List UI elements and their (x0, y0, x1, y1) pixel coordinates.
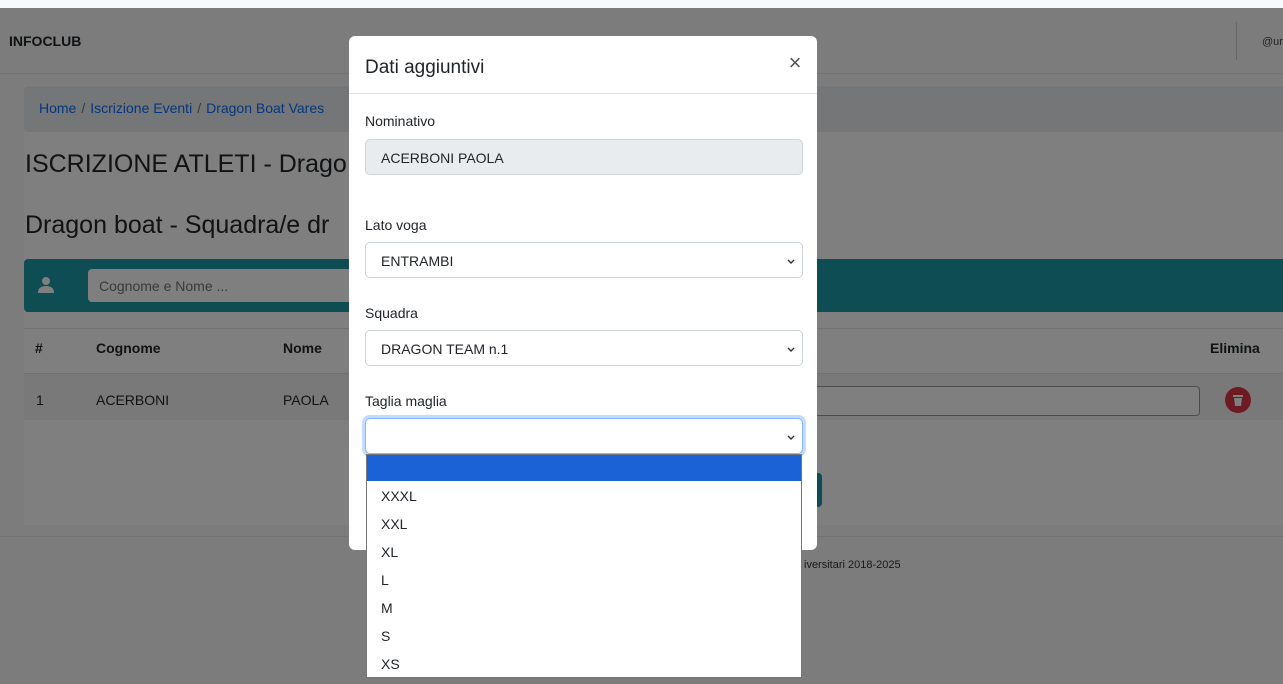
taglia-option-s[interactable]: S (367, 622, 801, 650)
squadra-label: Squadra (365, 305, 418, 321)
taglia-option-xl[interactable]: XL (367, 538, 801, 566)
squadra-value: DRAGON TEAM n.1 (381, 341, 509, 357)
taglia-select[interactable] (365, 418, 803, 454)
chevron-down-icon (787, 435, 795, 440)
taglia-option-xxl[interactable]: XXL (367, 510, 801, 538)
chevron-down-icon (787, 347, 795, 352)
taglia-dropdown-list: XXXL XXL XL L M S XS (366, 454, 802, 678)
lato-voga-value: ENTRAMBI (381, 253, 454, 269)
lato-voga-label: Lato voga (365, 217, 427, 233)
nominativo-label: Nominativo (365, 113, 436, 129)
taglia-option-empty[interactable] (367, 455, 801, 481)
modal-title: Dati aggiuntivi (365, 57, 485, 78)
taglia-option-l[interactable]: L (367, 566, 801, 594)
lato-voga-select[interactable]: ENTRAMBI (365, 242, 803, 278)
taglia-label: Taglia maglia (365, 393, 447, 409)
squadra-select[interactable]: DRAGON TEAM n.1 (365, 330, 803, 366)
chevron-down-icon (787, 259, 795, 264)
taglia-option-xxxl[interactable]: XXXL (367, 482, 801, 510)
taglia-option-m[interactable]: M (367, 594, 801, 622)
close-icon[interactable]: × (786, 50, 804, 76)
nominativo-field: ACERBONI PAOLA (365, 139, 803, 175)
modal-header: Dati aggiuntivi × (349, 36, 817, 94)
nominativo-value: ACERBONI PAOLA (381, 150, 504, 166)
taglia-option-xs[interactable]: XS (367, 650, 801, 678)
